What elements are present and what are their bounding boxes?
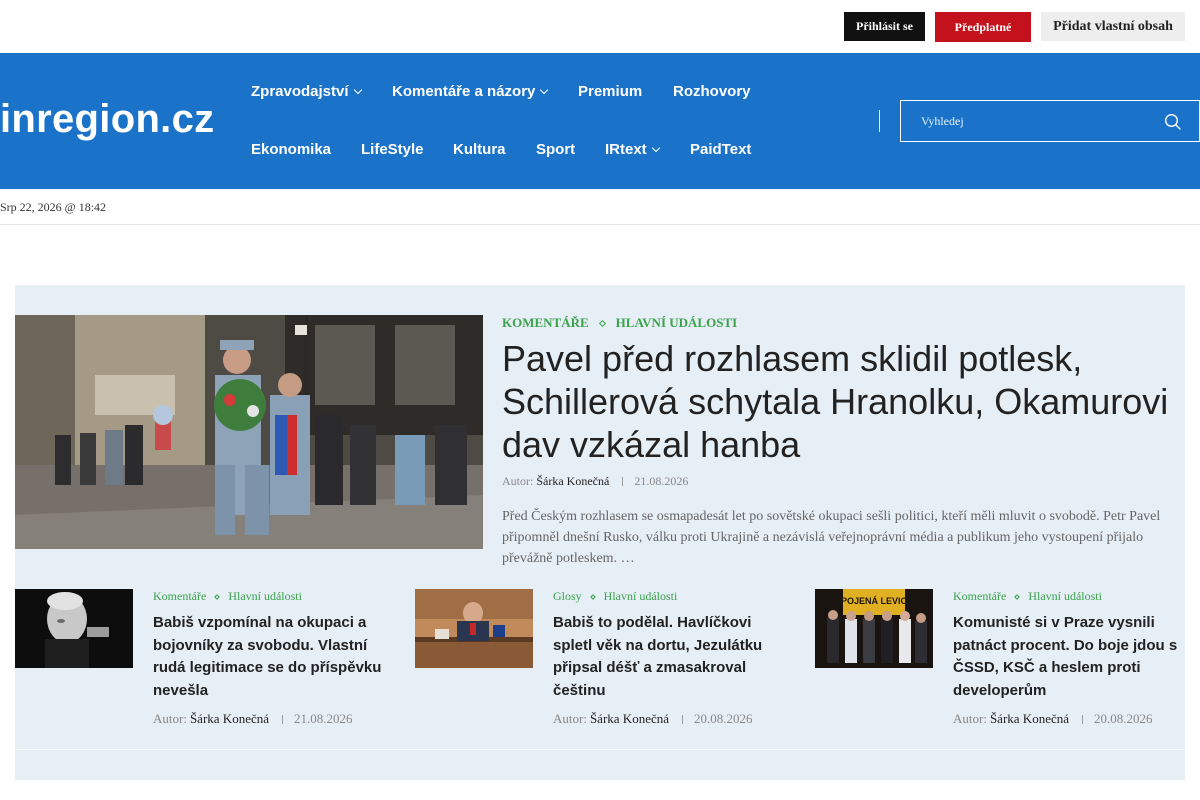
meta-separator: [282, 714, 284, 724]
featured-article-excerpt: Před Českým rozhlasem se osmapadesát let…: [502, 509, 1161, 566]
author-prefix: Autor:: [553, 711, 587, 726]
nav-item-ekonomika[interactable]: Ekonomika: [251, 141, 331, 158]
article-meta: Autor: Šárka Konečná 20.08.2026: [553, 711, 753, 727]
article-date: 20.08.2026: [694, 711, 753, 726]
add-content-button[interactable]: Přidat vlastní obsah: [1041, 12, 1185, 41]
author-link[interactable]: Šárka Konečná: [990, 711, 1069, 727]
meta-separator: [1082, 714, 1084, 724]
nav-item-zpravodajstvi[interactable]: Zpravodajství: [251, 83, 362, 100]
article-meta: Autor: Šárka Konečná 21.08.2026: [153, 711, 353, 727]
date-bar: Srp 22, 2026 @ 18:42: [0, 189, 1200, 225]
login-button[interactable]: Přihlásit se: [844, 12, 925, 41]
article-image[interactable]: [415, 589, 533, 668]
top-bar: Přihlásit se Předplatné Přidat vlastní o…: [0, 0, 1200, 53]
nav-item-label: Kultura: [453, 141, 506, 158]
section-divider: [15, 749, 1185, 750]
author-link[interactable]: Šárka Konečná: [590, 711, 669, 727]
category-link[interactable]: Glosy: [553, 589, 582, 604]
nav-item-irtext[interactable]: IRtext: [605, 141, 660, 158]
author-prefix: Autor:: [502, 474, 534, 488]
nav-item-paidtext[interactable]: PaidText: [690, 141, 751, 158]
article-title[interactable]: Babiš to podělal. Havlíčkovi spletl věk …: [553, 612, 785, 702]
current-date: Srp 22, 2026 @ 18:42: [0, 200, 107, 214]
author-prefix: Autor:: [953, 711, 987, 726]
category-link[interactable]: Komentáře: [953, 589, 1006, 604]
article-image[interactable]: SPOJENÁ LEVICE: [815, 589, 933, 668]
featured-categories: Komentáře Hlavní události: [502, 315, 737, 331]
nav-item-label: Zpravodajství: [251, 83, 349, 100]
article-categories: Komentáře Hlavní události: [953, 589, 1102, 604]
author-prefix: Autor:: [153, 711, 187, 726]
nav-item-label: PaidText: [690, 141, 752, 158]
article-date: 20.08.2026: [1094, 711, 1153, 726]
article-meta: Autor: Šárka Konečná 20.08.2026: [953, 711, 1153, 727]
author-link[interactable]: Šárka Konečná: [190, 711, 269, 727]
diamond-separator-icon: [589, 593, 596, 600]
category-link[interactable]: Komentáře: [502, 315, 589, 331]
article-title[interactable]: Babiš vzpomínal na okupaci a bojovníky z…: [153, 612, 385, 702]
diamond-separator-icon: [598, 319, 606, 327]
search-input[interactable]: [901, 101, 1151, 141]
nav-item-sport[interactable]: Sport: [536, 141, 575, 158]
article-date: 21.08.2026: [634, 474, 689, 488]
featured-article-image[interactable]: [15, 315, 483, 549]
featured-article-title[interactable]: Pavel před rozhlasem sklidil potlesk, Sc…: [502, 337, 1172, 466]
author-link[interactable]: Šárka Konečná: [536, 474, 609, 489]
site-header: inregion.cz Zpravodajství Komentáře a ná…: [0, 53, 1200, 189]
category-link[interactable]: Hlavní události: [604, 589, 678, 604]
meta-separator: [682, 714, 684, 724]
subscription-button[interactable]: Předplatné: [935, 12, 1031, 42]
category-link[interactable]: Hlavní události: [228, 589, 302, 604]
featured-section: Komentáře Hlavní události Pavel před roz…: [15, 285, 1185, 780]
nav-item-label: Rozhovory: [673, 83, 751, 100]
search-box: [900, 100, 1200, 142]
chevron-down-icon: [651, 143, 660, 153]
chevron-down-icon: [540, 85, 549, 95]
category-link[interactable]: Hlavní události: [616, 315, 738, 331]
category-link[interactable]: Hlavní události: [1028, 589, 1102, 604]
chevron-down-icon: [353, 85, 362, 95]
nav-item-label: Komentáře a názory: [392, 83, 536, 100]
nav-item-komentare-a-nazory[interactable]: Komentáře a názory: [392, 83, 549, 100]
nav-item-lifestyle[interactable]: LifeStyle: [361, 141, 424, 158]
nav-item-kultura[interactable]: Kultura: [453, 141, 506, 158]
diamond-separator-icon: [1014, 593, 1021, 600]
nav-item-label: Ekonomika: [251, 141, 332, 158]
search-icon[interactable]: [1163, 112, 1183, 132]
nav-divider: [879, 110, 880, 132]
nav-item-label: Premium: [578, 83, 643, 100]
nav-item-label: IRtext: [605, 141, 647, 158]
article-image[interactable]: [15, 589, 133, 668]
meta-separator: [622, 477, 624, 486]
site-logo[interactable]: inregion.cz: [0, 97, 214, 142]
nav-item-premium[interactable]: Premium: [578, 83, 642, 100]
featured-article-meta: Autor: Šárka Konečná 21.08.2026: [502, 474, 688, 489]
image-sign-text: SPOJENÁ LEVICE: [835, 596, 913, 606]
article-categories: Komentáře Hlavní události: [153, 589, 302, 604]
nav-item-rozhovory[interactable]: Rozhovory: [673, 83, 751, 100]
article-title[interactable]: Komunisté si v Praze vysnili patnáct pro…: [953, 612, 1185, 702]
article-date: 21.08.2026: [294, 711, 353, 726]
article-categories: Glosy Hlavní události: [553, 589, 677, 604]
category-link[interactable]: Komentáře: [153, 589, 206, 604]
diamond-separator-icon: [214, 593, 221, 600]
nav-item-label: LifeStyle: [361, 141, 424, 158]
nav-item-label: Sport: [536, 141, 576, 158]
